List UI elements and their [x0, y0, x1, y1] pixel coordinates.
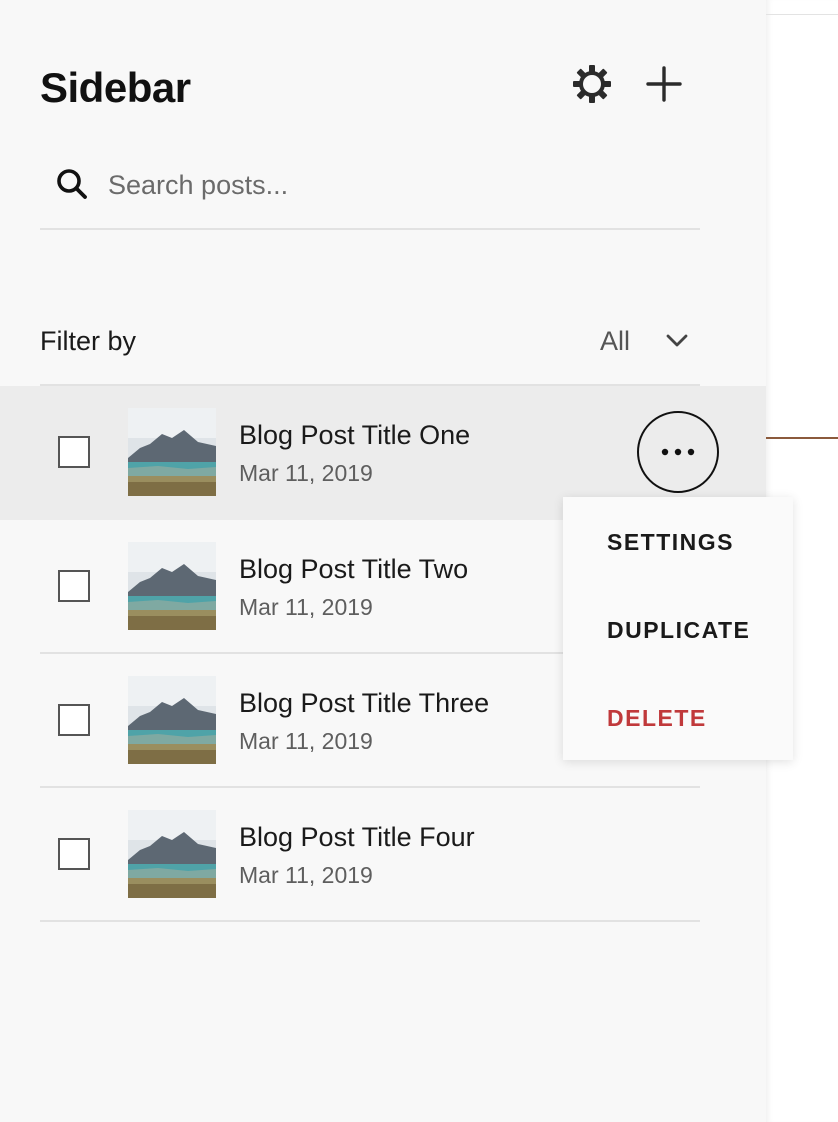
post-date: Mar 11, 2019 [239, 460, 373, 486]
post-row[interactable]: Blog Post Title Four Mar 11, 2019 [0, 788, 766, 922]
search-bar [40, 150, 700, 230]
plus-icon[interactable] [642, 62, 686, 106]
pane-top-divider [766, 14, 838, 15]
search-icon [57, 169, 87, 199]
post-date: Mar 11, 2019 [239, 862, 373, 888]
more-options-button[interactable] [637, 411, 719, 493]
row-divider [40, 920, 700, 922]
menu-item-settings[interactable]: SETTINGS [607, 529, 734, 556]
post-title[interactable]: Blog Post Title Three [239, 688, 489, 719]
post-checkbox[interactable] [58, 838, 90, 870]
chevron-down-icon[interactable] [664, 328, 690, 354]
filter-label: Filter by [40, 326, 137, 356]
post-checkbox[interactable] [58, 704, 90, 736]
post-checkbox[interactable] [58, 436, 90, 468]
post-thumbnail [128, 408, 216, 496]
pane-accent-line [766, 437, 838, 439]
post-date: Mar 11, 2019 [239, 728, 373, 754]
gear-icon[interactable] [570, 62, 614, 106]
more-horizontal-icon [661, 448, 695, 456]
post-title[interactable]: Blog Post Title Four [239, 822, 475, 853]
menu-item-delete[interactable]: DELETE [607, 705, 707, 732]
search-input[interactable] [106, 162, 670, 208]
post-thumbnail [128, 676, 216, 764]
filter-row[interactable]: Filter by All [40, 308, 700, 386]
sidebar-title: Sidebar [40, 64, 191, 111]
menu-item-duplicate[interactable]: DUPLICATE [607, 617, 750, 644]
post-thumbnail [128, 542, 216, 630]
post-date: Mar 11, 2019 [239, 594, 373, 620]
filter-select-value[interactable]: All [600, 326, 630, 357]
post-title[interactable]: Blog Post Title Two [239, 554, 468, 585]
post-title[interactable]: Blog Post Title One [239, 420, 470, 451]
post-thumbnail [128, 810, 216, 898]
post-context-menu: SETTINGS DUPLICATE DELETE [563, 497, 793, 760]
post-checkbox[interactable] [58, 570, 90, 602]
